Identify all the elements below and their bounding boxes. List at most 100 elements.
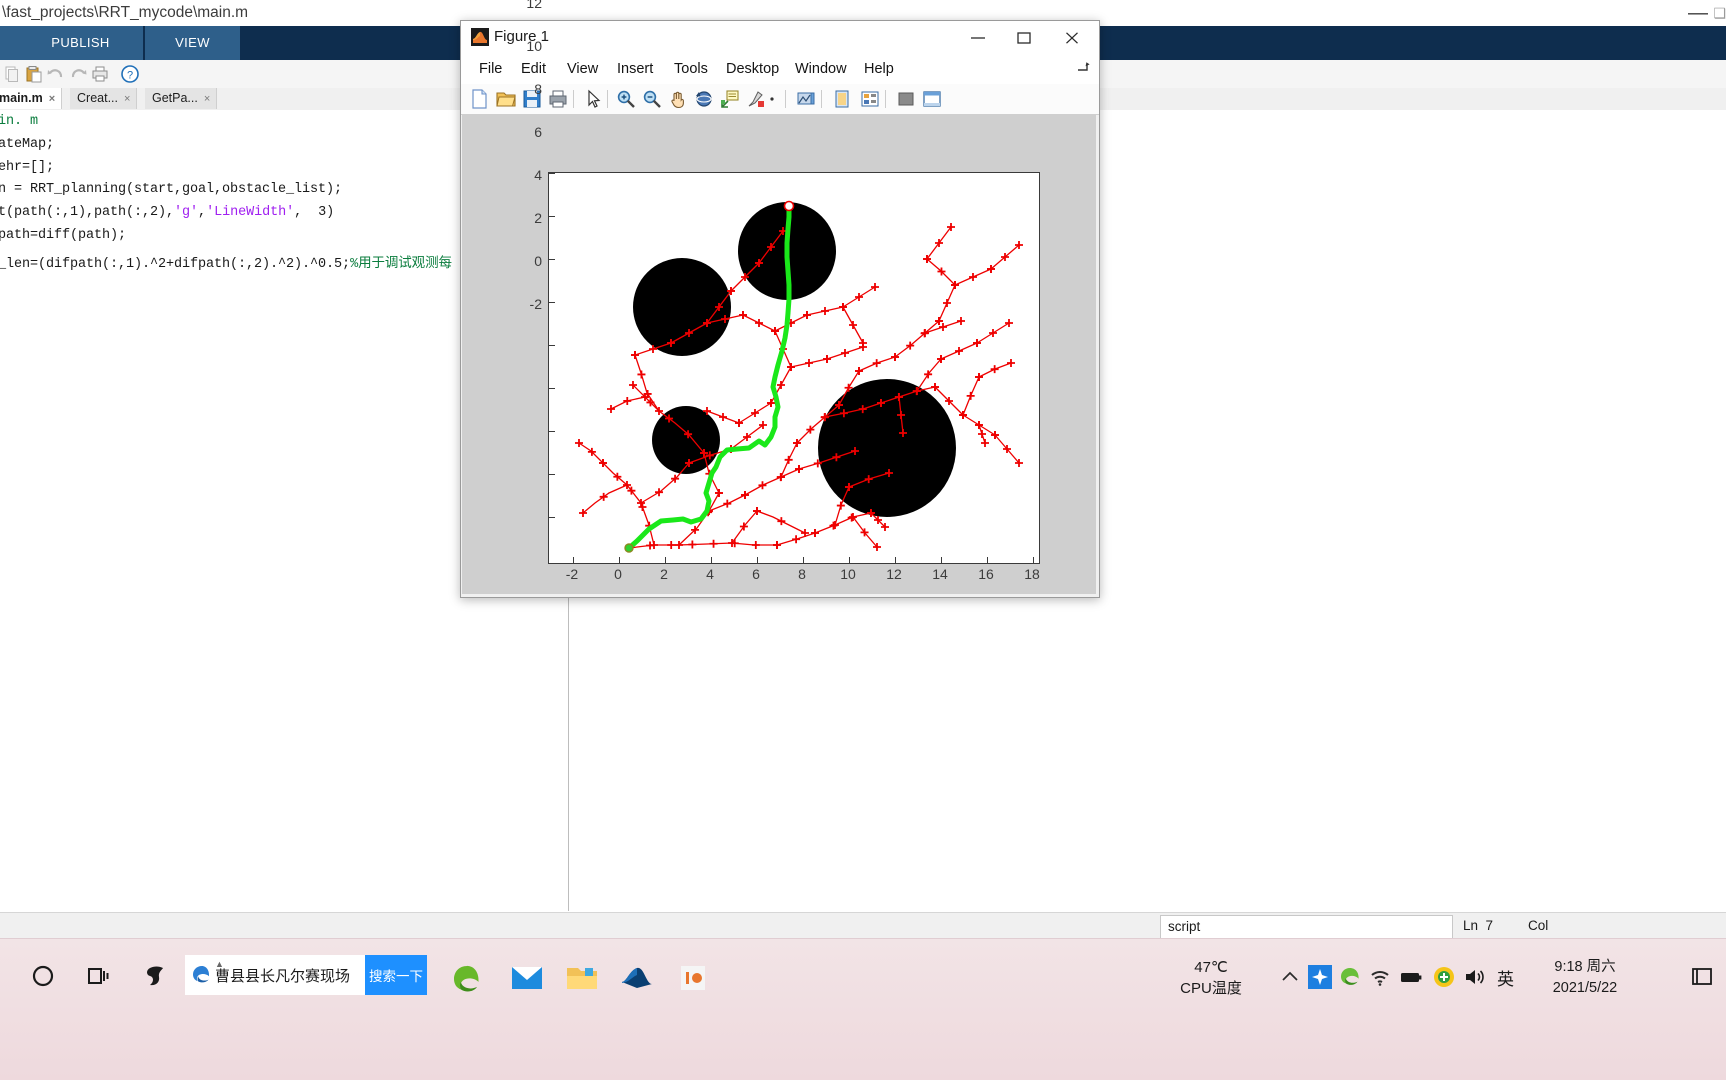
menu-edit[interactable]: Edit [513,54,554,84]
ribbon-tab-view[interactable]: VIEW [145,26,240,60]
matlab-icon[interactable] [620,963,654,998]
edge-browser-icon[interactable] [450,963,484,1002]
y-tick-label: 12 [526,0,542,11]
y-tick-label: 4 [534,167,542,183]
zoom-in-icon[interactable] [615,88,637,110]
plot-axes[interactable] [548,172,1040,564]
volume-icon[interactable] [1462,965,1486,989]
edge-dropdown-arrow-icon[interactable]: ▲ [215,959,224,969]
zoom-out-icon[interactable] [641,88,663,110]
cpu-temperature-indicator[interactable]: 47℃ CPU温度 [1165,957,1257,999]
status-col-label: Col [1528,918,1549,933]
y-tick-label: 2 [534,210,542,226]
driver-booster-icon[interactable] [1308,965,1332,989]
editor-tab-main-m[interactable]: main.m × [0,88,63,109]
x-tick-mark [665,557,666,563]
editor-tab-close-icon[interactable]: × [49,93,55,105]
security-shield-icon[interactable] [1432,965,1456,989]
figure-window[interactable]: Figure 1 File Edit View Insert Tools Des… [460,0,1100,598]
ribbon-tab-publish[interactable]: PUBLISH [18,26,143,60]
y-tick-label: 8 [534,81,542,97]
x-tick-label: 18 [1024,566,1040,582]
clock-date: 2021/5/22 [1552,980,1618,996]
insert-colorbar-icon[interactable] [795,88,817,110]
editor-status-bar: script Ln 7 Col [0,912,1726,939]
cpu-temp-value: 47℃ [1194,959,1228,976]
editor-tab-label: Creat... [77,91,118,105]
editor-tab-create[interactable]: Creat... × [70,88,138,109]
menu-file[interactable]: File [471,54,510,84]
insert-legend-icon[interactable] [831,88,853,110]
edge-icon[interactable] [1338,965,1362,989]
undo-icon[interactable] [46,64,66,84]
notification-icon[interactable] [1690,965,1714,989]
editor-tab-close-icon[interactable]: × [204,93,210,105]
ide-minimize-button[interactable]: — [1688,2,1708,24]
data-cursor-icon[interactable] [719,88,741,110]
y-tick-mark [549,302,555,303]
editor-tab-getpath[interactable]: GetPa... × [145,88,218,109]
ime-indicator[interactable]: 英 [1497,965,1514,990]
link-plot-icon[interactable] [859,88,881,110]
menu-view[interactable]: View [559,54,606,84]
dock-arrow-icon[interactable] [1077,62,1091,77]
chevron-up-icon[interactable] [1278,965,1302,989]
rotate3d-icon[interactable] [693,88,715,110]
figure-close-button[interactable] [1049,21,1095,54]
code-comment: %用于调试观测每 [350,257,452,272]
toolbar-separator [573,90,574,108]
copy-icon[interactable] [2,64,22,84]
y-tick-mark [549,345,555,346]
redo-icon[interactable] [68,64,88,84]
hide-plot-tools-icon[interactable] [895,88,917,110]
menu-desktop[interactable]: Desktop [718,54,787,84]
windows-start-icon[interactable] [30,963,56,994]
x-tick-label: 16 [978,566,994,582]
new-figure-icon[interactable] [469,88,491,110]
rrt-plot-svg [575,200,1023,553]
y-tick-mark [549,388,555,389]
figure-canvas[interactable]: -2 0 2 4 6 8 10 12 14 [462,0,1096,594]
ide-restore-button[interactable]: ❑ [1713,2,1726,24]
pan-icon[interactable] [667,88,689,110]
file-explorer-icon[interactable] [565,963,599,998]
taskbar-search-text: 曹县县长凡尔赛现场 [215,967,351,985]
cpu-temp-label: CPU温度 [1180,980,1242,997]
battery-icon[interactable] [1398,965,1422,989]
menu-window[interactable]: Window [787,54,855,84]
y-tick-label: -2 [529,296,542,312]
task-view-icon[interactable] [85,963,111,994]
taskbar-search-box[interactable]: ▲ 曹县县长凡尔赛现场 搜索一下 [185,955,427,995]
code-line: _len=(difpath(:,1).^2+difpath(:,2).^2).^… [0,251,452,272]
x-tick-mark [757,557,758,563]
brush-dropdown-icon[interactable] [767,88,777,110]
taskbar-search-button[interactable]: 搜索一下 [365,955,427,995]
brush-icon[interactable] [745,88,767,110]
taskbar-clock[interactable]: 9:18 周六 2021/5/22 [1535,957,1635,999]
paste-icon[interactable] [24,64,44,84]
menu-insert[interactable]: Insert [609,54,661,84]
figure-minimize-button[interactable] [955,21,1001,54]
show-plot-tools-icon[interactable] [921,88,943,110]
help-icon[interactable]: ? [120,64,140,84]
cortana-icon[interactable] [142,963,170,996]
menu-tools[interactable]: Tools [666,54,716,84]
pointer-icon[interactable] [583,88,605,110]
code-string: 'g' [174,205,199,220]
windows-taskbar: ▲ 曹县县长凡尔赛现场 搜索一下 47℃ CPU温度 英 9:18 周六 202… [0,938,1726,1080]
editor-split-guide [568,576,569,911]
print-figure-icon[interactable] [547,88,569,110]
editor-tab-close-icon[interactable]: × [124,93,130,105]
obstacle-circles [633,202,956,517]
figure-title-bar[interactable]: Figure 1 [461,21,1099,54]
menu-help[interactable]: Help [856,54,902,84]
print-icon[interactable] [90,64,110,84]
media-player-icon[interactable] [678,963,708,998]
x-tick-mark [711,557,712,563]
mail-icon[interactable] [510,963,544,998]
code-fragment: , [198,205,207,220]
code-line: ateMap; [0,137,55,152]
figure-maximize-button[interactable] [1001,21,1047,54]
wifi-icon[interactable] [1368,965,1392,989]
x-tick-mark [573,557,574,563]
